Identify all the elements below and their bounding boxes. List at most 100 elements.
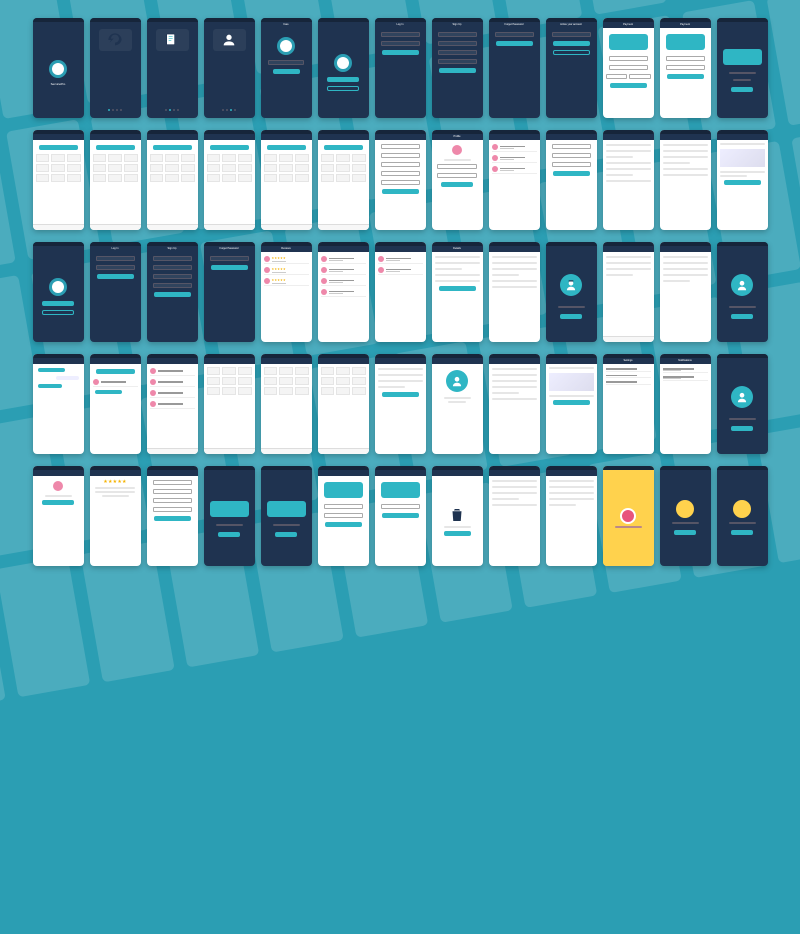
calendar-grid[interactable] [264,154,309,182]
card-name-field[interactable] [666,65,705,70]
tab-bar[interactable] [33,224,84,230]
notification-item[interactable] [663,375,708,381]
card-number-field[interactable] [666,56,705,61]
screen-worker-4[interactable] [717,354,768,454]
screen-activate[interactable]: Active your account [546,18,597,118]
tab-bar[interactable] [147,224,198,230]
screen-form-2[interactable] [546,130,597,230]
phone-field[interactable] [438,50,477,55]
review-item[interactable] [378,266,423,275]
screen-onboarding-4[interactable]: Care [261,18,312,118]
screen-profile-2[interactable] [33,466,84,566]
filter-pill[interactable] [267,145,306,150]
filter-pill[interactable] [324,145,363,150]
screen-forgot-password[interactable]: Forget Password [489,18,540,118]
screen-form-3[interactable] [147,466,198,566]
tab-bar[interactable] [204,224,255,230]
form-input[interactable] [153,498,192,503]
screen-notifications[interactable]: Notifications [660,354,711,454]
contact-item[interactable] [150,389,195,398]
screen-detail-1[interactable]: Details [432,242,483,342]
screen-text-4[interactable] [489,466,540,566]
list-item[interactable] [492,143,537,152]
form-input[interactable] [552,162,591,167]
name-field[interactable] [438,32,477,37]
avatar[interactable] [53,481,63,491]
screen-payment-form-1[interactable]: Payment [603,18,654,118]
submit-button[interactable] [553,41,590,46]
contact-item[interactable] [150,400,195,409]
star-rating[interactable]: ★★★★★ [103,479,126,485]
segmented-control[interactable] [96,369,135,374]
ok-button[interactable] [275,532,298,537]
review-item[interactable] [321,288,366,297]
filter-pill[interactable] [39,145,78,150]
resend-button[interactable] [553,50,590,55]
screen-map-1[interactable] [717,130,768,230]
tab-bar[interactable] [204,448,255,454]
calendar-grid[interactable] [207,367,252,395]
form-input[interactable] [381,144,420,149]
ok-button[interactable] [731,426,754,431]
tab-bar[interactable] [147,448,198,454]
password-field[interactable] [381,41,420,46]
form-input[interactable] [153,489,192,494]
screen-chat-2[interactable] [90,354,141,454]
ok-button[interactable] [560,314,583,319]
card-number-field[interactable] [609,56,648,61]
screen-text-3[interactable] [489,354,540,454]
email-field[interactable] [96,256,135,261]
screen-onboarding-3[interactable] [204,18,255,118]
screen-settings[interactable]: Settings [603,354,654,454]
screen-signup-2[interactable]: Sign Up [147,242,198,342]
screen-onboarding-2[interactable] [147,18,198,118]
send-button[interactable] [211,265,248,270]
screen-payment-3[interactable] [318,466,369,566]
onboarding-input[interactable] [268,60,304,65]
send-button[interactable] [496,41,533,46]
screen-splash-2[interactable] [33,242,84,342]
screen-detail-2[interactable] [489,242,540,342]
screen-review-detail[interactable]: ★★★★★ [90,466,141,566]
map-view[interactable] [720,149,765,167]
screen-calendar-4[interactable] [204,130,255,230]
ok-button[interactable] [218,532,241,537]
screen-payment-dark-2[interactable] [261,466,312,566]
screen-reviews-1[interactable]: Reviews★★★★★★★★★★★★★★★ [261,242,312,342]
password-field[interactable] [96,265,135,270]
screen-worker-1[interactable] [546,242,597,342]
review-item[interactable] [378,255,423,264]
ok-button[interactable] [731,314,754,319]
contact-item[interactable] [150,378,195,387]
screen-text-2[interactable] [660,130,711,230]
login-button[interactable] [382,50,419,55]
calendar-grid[interactable] [150,154,195,182]
screen-chat-1[interactable] [33,354,84,454]
email-field[interactable] [210,256,249,261]
action-button[interactable] [439,286,476,291]
screen-profile[interactable]: Profile [432,130,483,230]
screen-calendar-3[interactable] [147,130,198,230]
screen-payment-4[interactable] [375,466,426,566]
login-button[interactable] [97,274,134,279]
settings-item[interactable] [606,374,651,379]
confirm-button[interactable] [444,531,471,536]
screen-signup[interactable]: Sign Up [432,18,483,118]
chat-list-item[interactable] [93,378,138,387]
form-input[interactable] [381,171,420,176]
tab-bar[interactable] [318,224,369,230]
settings-item[interactable] [606,380,651,385]
form-input[interactable] [153,274,192,279]
ok-button[interactable] [731,87,754,92]
screen-forgot-2[interactable]: Forget Password [204,242,255,342]
form-input[interactable] [324,504,363,509]
screen-detail-3[interactable] [603,242,654,342]
action-button[interactable] [382,392,419,397]
avatar[interactable] [452,145,462,155]
form-input[interactable] [324,513,363,518]
screen-calendar-7[interactable] [204,354,255,454]
login-button[interactable] [42,301,74,306]
form-input[interactable] [437,173,478,178]
signup-button[interactable] [154,292,191,297]
calendar-grid[interactable] [321,154,366,182]
